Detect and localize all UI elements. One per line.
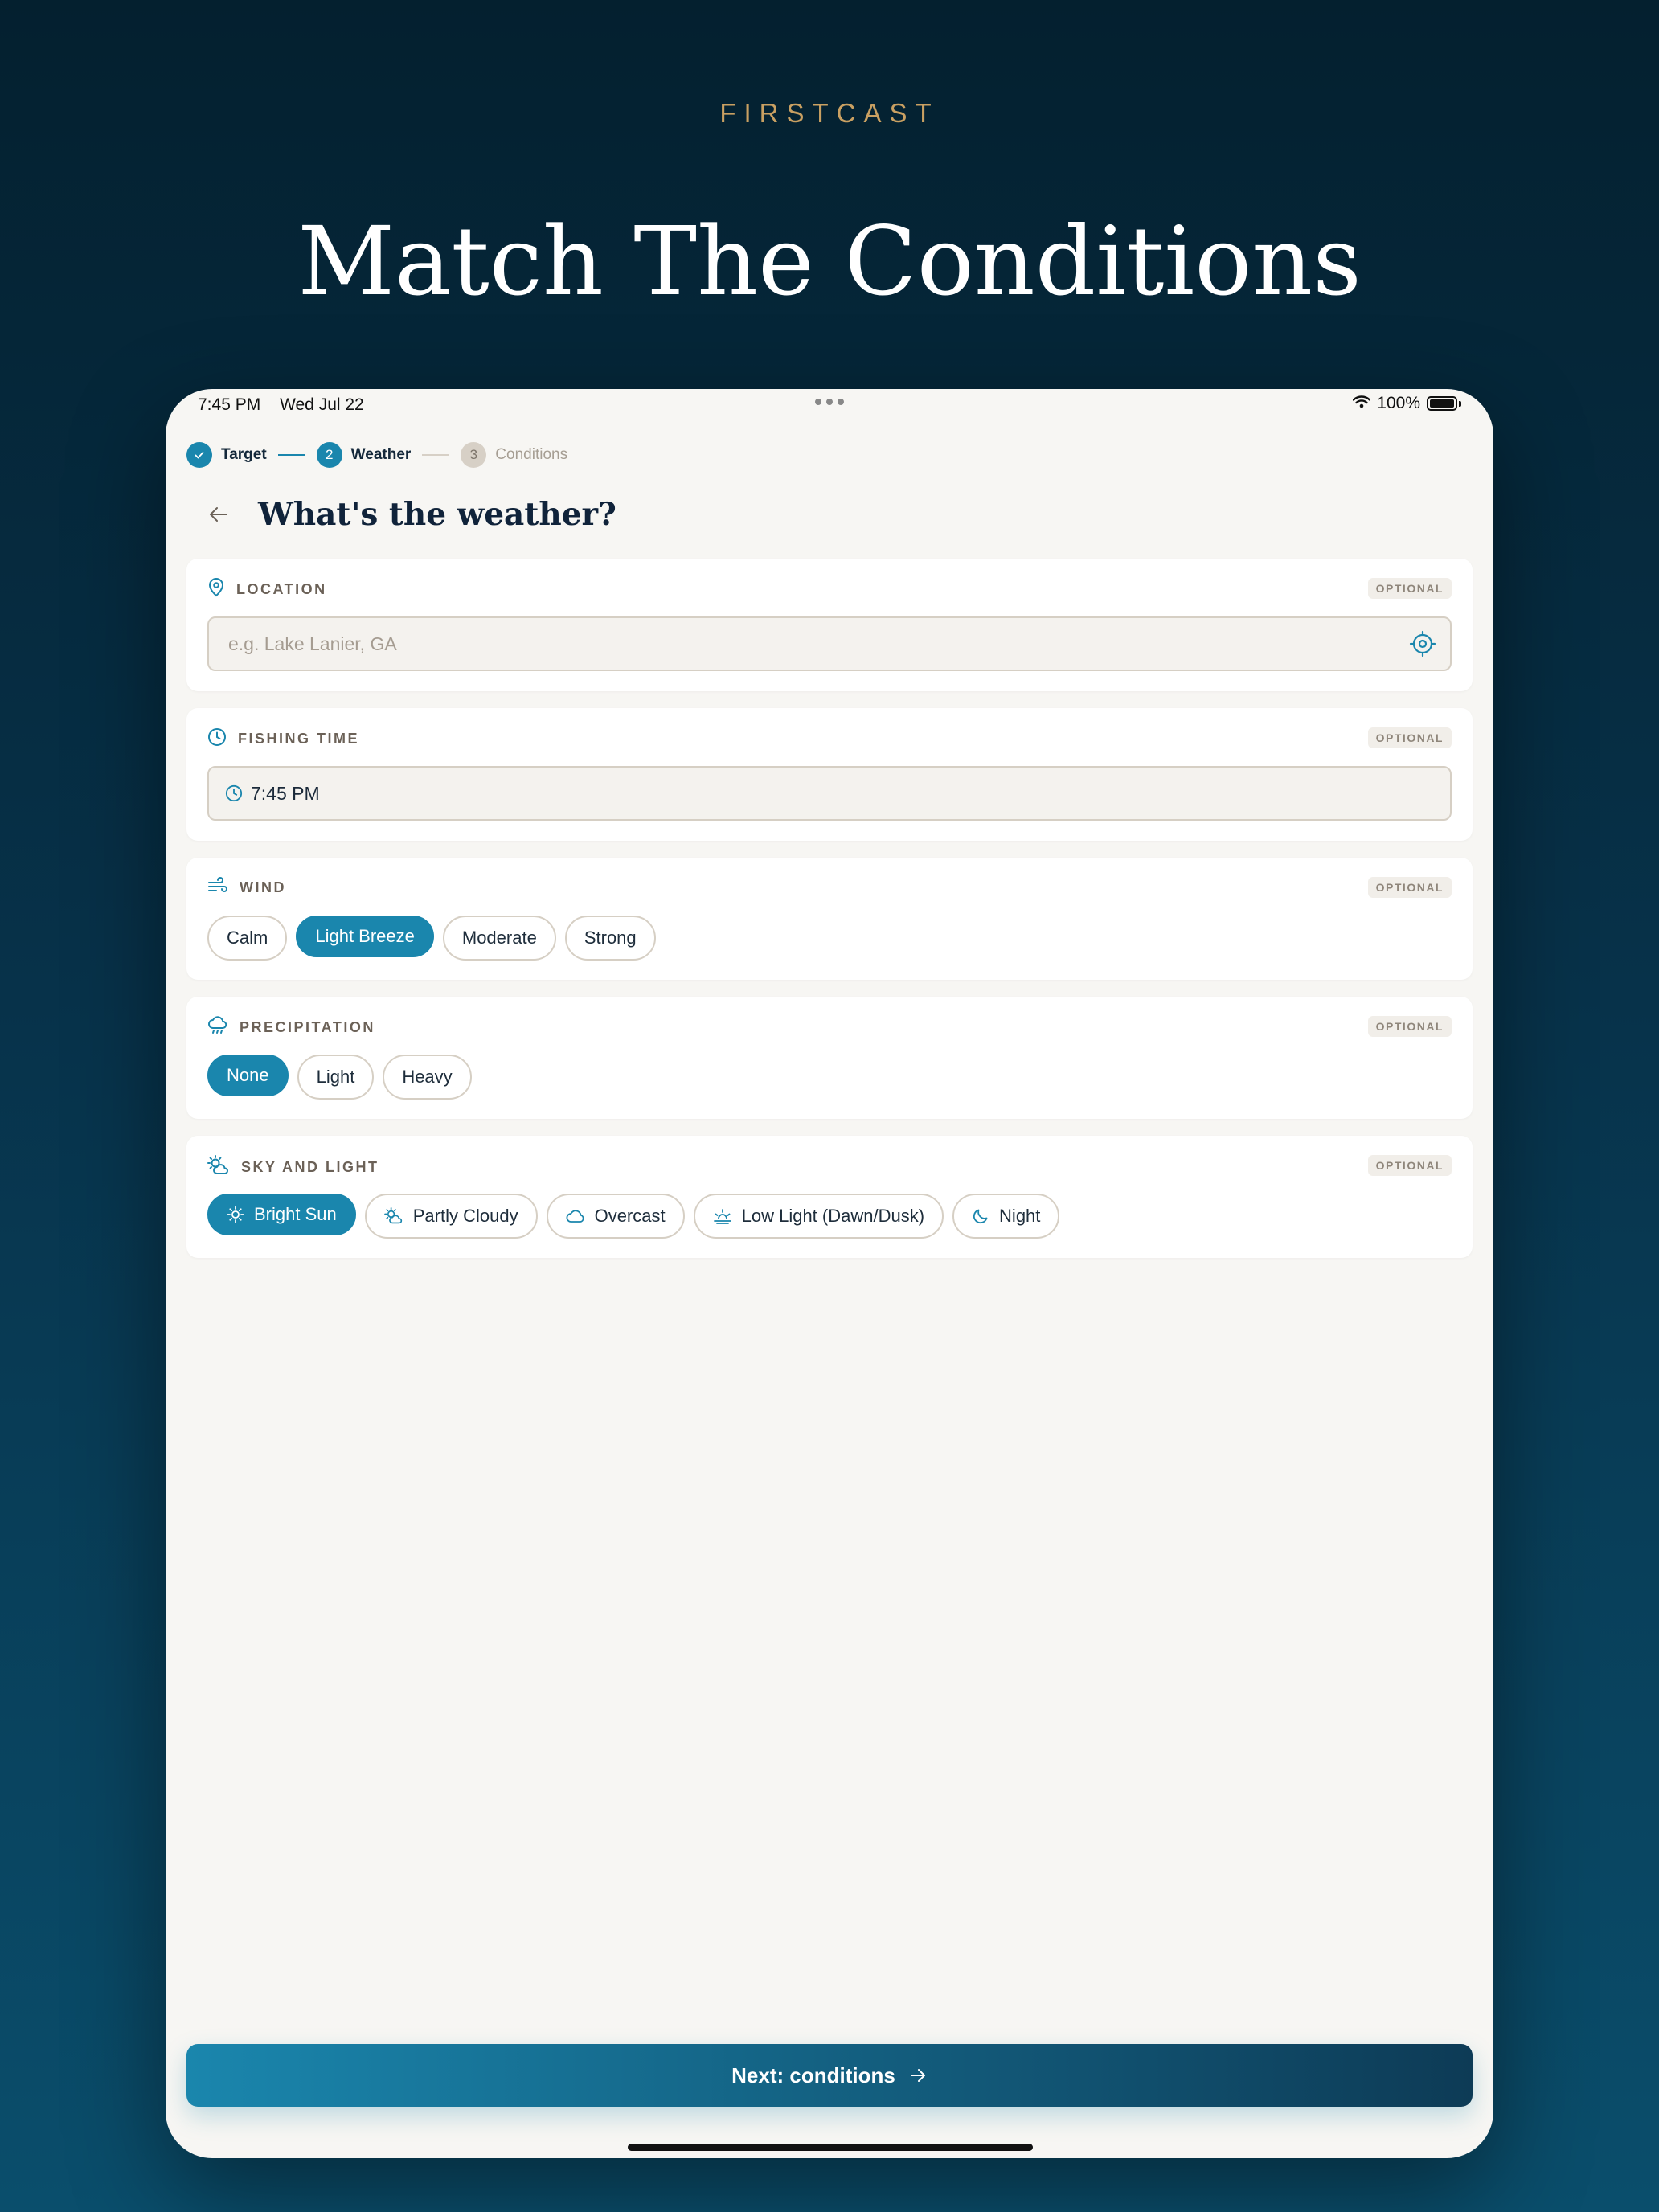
- sky-options: Bright Sun Partly Cloudy Overcast Low Li…: [207, 1194, 1060, 1239]
- back-button[interactable]: [203, 498, 235, 530]
- wifi-icon: [1353, 394, 1371, 413]
- wind-options: Calm Light Breeze Moderate Strong: [207, 916, 656, 961]
- next-button-label: Next: conditions: [731, 2062, 895, 2087]
- sky-option-label: Partly Cloudy: [412, 1206, 518, 1226]
- status-time: 7:45 PM: [198, 395, 261, 414]
- step-connector: [422, 454, 450, 456]
- brand-wordmark: FIRSTCAST: [719, 98, 940, 128]
- sky-option-night[interactable]: Night: [952, 1194, 1060, 1239]
- location-field: [207, 616, 1452, 671]
- arrow-right-icon: [908, 2066, 928, 2085]
- wind-label: WIND: [240, 879, 286, 895]
- sky-card: SKY AND LIGHT OPTIONAL Bright Sun Partly…: [186, 1136, 1473, 1258]
- sky-option-label: Overcast: [594, 1206, 666, 1226]
- crosshair-icon: [1409, 630, 1436, 657]
- progress-stepper: Target 2 Weather 3 Conditions: [186, 440, 567, 469]
- precipitation-label: PRECIPITATION: [240, 1019, 375, 1035]
- cloud-icon: [566, 1209, 585, 1223]
- use-current-location-button[interactable]: [1399, 620, 1447, 668]
- battery-icon: [1427, 396, 1457, 411]
- location-label: LOCATION: [236, 581, 327, 597]
- precipitation-option-heavy[interactable]: Heavy: [383, 1055, 472, 1100]
- sky-option-label: Bright Sun: [254, 1204, 337, 1224]
- partly-cloudy-icon: [207, 1155, 230, 1180]
- page-title: What's the weather?: [258, 496, 616, 533]
- partly-cloudy-icon: [383, 1207, 403, 1225]
- optional-badge: OPTIONAL: [1367, 1016, 1452, 1037]
- precipitation-option-none[interactable]: None: [207, 1055, 289, 1096]
- fishing-time-label: FISHING TIME: [238, 731, 359, 747]
- multitasking-dots-icon[interactable]: [815, 399, 844, 405]
- step-3-number: 3: [461, 442, 487, 468]
- optional-badge: OPTIONAL: [1367, 877, 1452, 898]
- status-date: Wed Jul 22: [280, 395, 364, 414]
- headline: Match The Conditions: [297, 206, 1362, 317]
- step-3-label: Conditions: [495, 446, 568, 463]
- home-indicator[interactable]: [628, 2144, 1033, 2151]
- wind-option-calm[interactable]: Calm: [207, 916, 288, 961]
- step-2-label: Weather: [350, 446, 412, 463]
- battery-nub: [1459, 400, 1461, 407]
- wind-option-strong[interactable]: Strong: [564, 916, 656, 961]
- wind-icon: [207, 877, 228, 899]
- precipitation-options: None Light Heavy: [207, 1055, 472, 1100]
- fishing-time-card: FISHING TIME OPTIONAL 7:45 PM: [186, 708, 1473, 841]
- battery-percent: 100%: [1377, 394, 1420, 412]
- clock-icon: [207, 727, 227, 751]
- sky-option-bright-sun[interactable]: Bright Sun: [207, 1194, 356, 1235]
- sky-option-partly-cloudy[interactable]: Partly Cloudy: [364, 1194, 538, 1239]
- optional-badge: OPTIONAL: [1367, 1155, 1452, 1176]
- location-input[interactable]: [209, 617, 1399, 670]
- optional-badge: OPTIONAL: [1367, 727, 1452, 748]
- wind-option-moderate[interactable]: Moderate: [442, 916, 556, 961]
- sky-option-low-light[interactable]: Low Light (Dawn/Dusk): [693, 1194, 944, 1239]
- moon-icon: [972, 1207, 989, 1225]
- fishing-time-value: 7:45 PM: [251, 782, 320, 804]
- step-2-number: 2: [316, 442, 342, 468]
- step-connector: [277, 454, 305, 456]
- optional-badge: OPTIONAL: [1367, 578, 1452, 599]
- wind-card: WIND OPTIONAL Calm Light Breeze Moderate…: [186, 858, 1473, 980]
- wind-option-light-breeze[interactable]: Light Breeze: [296, 916, 434, 957]
- next-conditions-button[interactable]: Next: conditions: [186, 2044, 1473, 2107]
- sky-option-label: Low Light (Dawn/Dusk): [741, 1206, 925, 1226]
- precipitation-card: PRECIPITATION OPTIONAL None Light Heavy: [186, 997, 1473, 1119]
- precipitation-option-light[interactable]: Light: [297, 1055, 375, 1100]
- map-pin-icon: [207, 578, 225, 601]
- sky-label: SKY AND LIGHT: [241, 1159, 379, 1175]
- step-1-check-icon[interactable]: [186, 442, 212, 468]
- tablet-screen: 7:45 PM Wed Jul 22 100% Target 2 Weather…: [166, 389, 1493, 2158]
- step-1-label[interactable]: Target: [221, 446, 267, 464]
- sunrise-icon: [713, 1207, 732, 1225]
- sky-option-label: Night: [999, 1206, 1041, 1226]
- arrow-left-icon: [210, 507, 227, 522]
- fishing-time-field[interactable]: 7:45 PM: [207, 766, 1452, 821]
- status-bar: 7:45 PM Wed Jul 22 100%: [166, 389, 1493, 418]
- sun-icon: [227, 1206, 244, 1223]
- rain-cloud-icon: [207, 1016, 228, 1039]
- clock-icon: [225, 784, 243, 802]
- sky-option-overcast[interactable]: Overcast: [546, 1194, 685, 1239]
- location-card: LOCATION OPTIONAL: [186, 559, 1473, 691]
